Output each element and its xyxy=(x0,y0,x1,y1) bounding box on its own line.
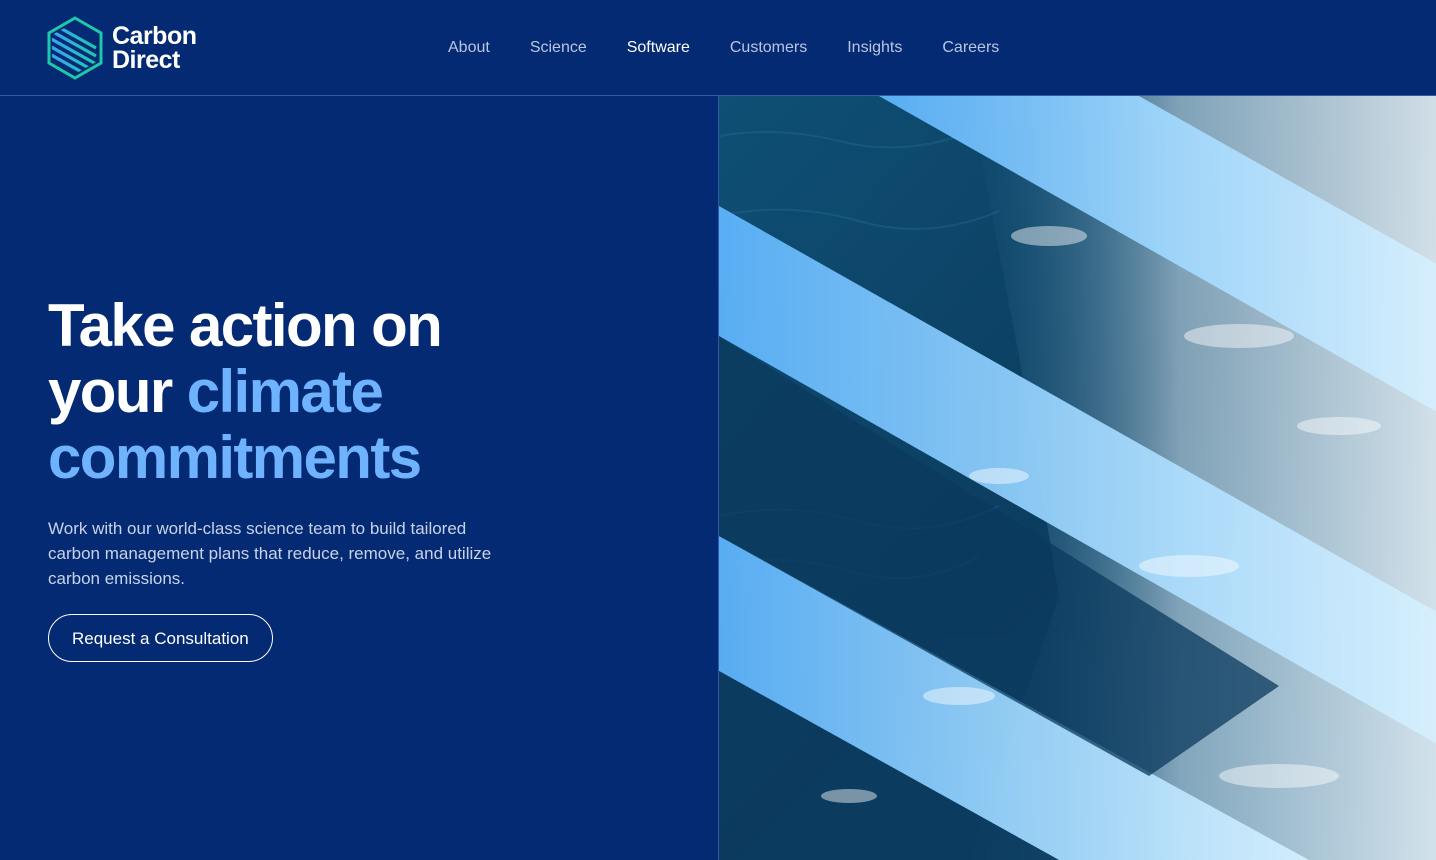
nav-item-insights[interactable]: Insights xyxy=(827,36,922,60)
headline-accent-commitments: commitments xyxy=(48,424,422,491)
nav-item-about[interactable]: About xyxy=(428,36,510,60)
main-nav: About Science Software Customers Insight… xyxy=(428,36,1019,60)
request-consultation-button[interactable]: Request a Consultation xyxy=(48,614,273,662)
headline-accent-climate: climate xyxy=(186,358,384,425)
headline-line-1: Take action on xyxy=(48,292,443,359)
nav-item-science[interactable]: Science xyxy=(510,36,607,60)
logo-line-1: Carbon xyxy=(112,22,197,50)
nav-item-software[interactable]: Software xyxy=(607,36,710,60)
hero-description: Work with our world-class science team t… xyxy=(48,519,492,588)
headline-line-2-plain: your xyxy=(48,358,187,425)
hexagon-stripes-icon xyxy=(47,16,103,80)
logo-wordmark: Carbon Direct xyxy=(112,22,197,74)
nav-item-careers[interactable]: Careers xyxy=(922,36,1019,60)
nav-item-customers[interactable]: Customers xyxy=(710,36,827,60)
hero-headline: Take action on your climate commitments xyxy=(48,293,608,491)
site-header: Carbon Direct About Science Software Cus… xyxy=(0,0,1436,96)
carbon-direct-logo[interactable]: Carbon Direct xyxy=(46,16,197,80)
logo-line-2: Direct xyxy=(112,46,180,74)
ocean-stripes-image xyxy=(718,96,1436,860)
ocean-wave-illustration xyxy=(719,96,1436,860)
